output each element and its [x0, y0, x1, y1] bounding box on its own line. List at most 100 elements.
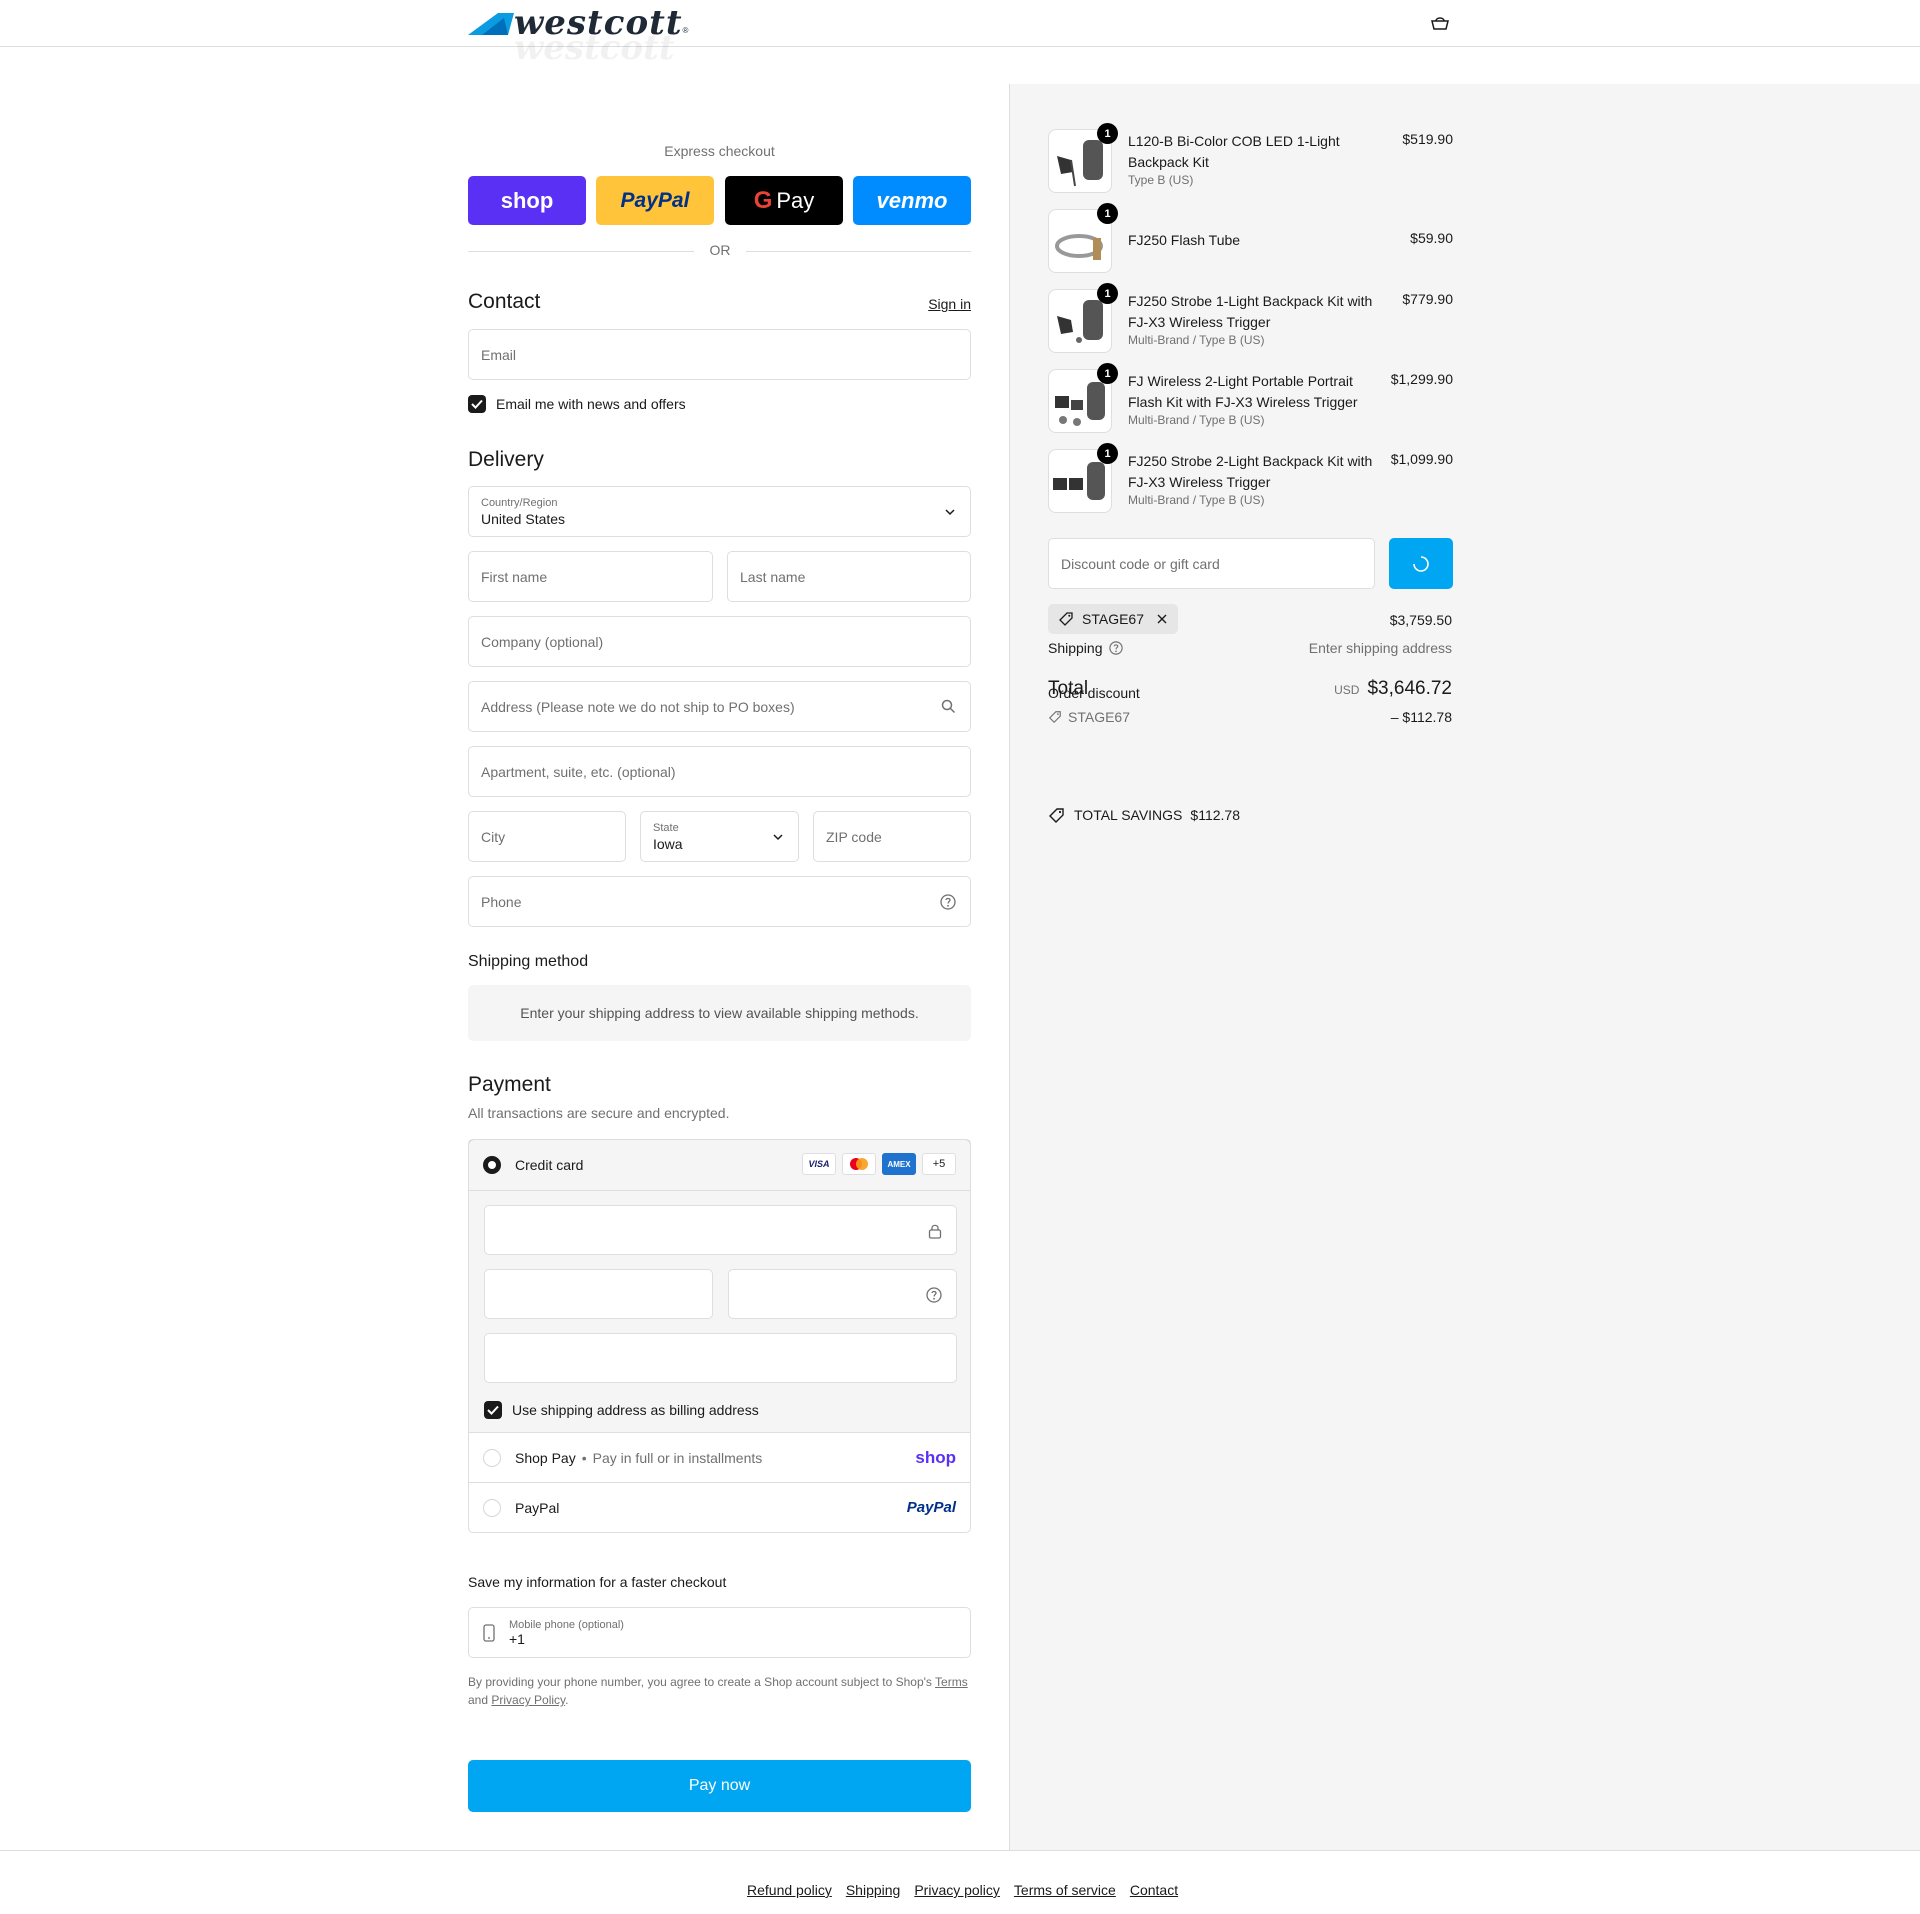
mobile-phone-value: +1 [509, 1630, 525, 1647]
apartment-placeholder: Apartment, suite, etc. (optional) [481, 763, 676, 780]
paypal-option[interactable]: PayPal PayPal [469, 1482, 970, 1532]
search-icon [941, 699, 956, 714]
security-code-field[interactable] [728, 1269, 957, 1319]
total-amount: USD $3,646.72 [1334, 678, 1452, 700]
shop-pay-option[interactable]: Shop Pay • Pay in full or in installment… [469, 1432, 970, 1482]
item-price: $519.90 [1402, 131, 1453, 147]
paypal-label: PayPal [620, 188, 690, 212]
address-field[interactable]: Address (Please note we do not ship to P… [468, 681, 971, 732]
quantity-badge: 1 [1097, 203, 1118, 224]
footer-links: Refund policy Shipping Privacy policy Te… [747, 1882, 1178, 1898]
credit-card-radio[interactable] [483, 1156, 501, 1174]
pay-now-button[interactable]: Pay now [468, 1760, 971, 1812]
item-price: $59.90 [1410, 230, 1453, 246]
discount-code-field[interactable]: Discount code or gift card [1048, 538, 1375, 589]
venmo-express-button[interactable]: venmo [853, 176, 971, 225]
state-label: State [653, 821, 679, 834]
venmo-label: venmo [876, 187, 948, 213]
help-icon[interactable] [1108, 641, 1123, 655]
terms-of-service-link[interactable]: Terms of service [1014, 1882, 1116, 1898]
contact-link[interactable]: Contact [1130, 1882, 1178, 1898]
address-placeholder: Address (Please note we do not ship to P… [481, 698, 795, 715]
shipping-method-heading: Shipping method [468, 953, 589, 970]
phone-field[interactable]: Phone [468, 876, 971, 927]
item-name: FJ250 Strobe 1-Light Backpack Kit with F… [1128, 293, 1373, 330]
tag-icon [1048, 711, 1061, 724]
shipping-notice-text: Enter your shipping address to view avai… [520, 1005, 919, 1021]
shop-pay-radio[interactable] [483, 1448, 501, 1467]
shipping-method-notice: Enter your shipping address to view avai… [468, 985, 971, 1041]
discount-placeholder: Discount code or gift card [1061, 555, 1220, 572]
paypal-option-label: PayPal [515, 1499, 560, 1516]
item-price: $1,099.90 [1390, 451, 1453, 467]
help-icon[interactable] [926, 1287, 942, 1303]
billing-checkbox-row[interactable]: Use shipping address as billing address [484, 1401, 759, 1419]
state-select[interactable]: State Iowa [640, 811, 799, 862]
pay-now-label: Pay now [688, 1777, 751, 1794]
quantity-badge: 1 [1097, 443, 1118, 464]
cart-item: 1 FJ250 Flash Tube $59.90 [1048, 203, 1453, 273]
total-savings-label: TOTAL SAVINGS [1074, 807, 1183, 823]
billing-checkbox[interactable] [484, 1401, 502, 1419]
mastercard-icon [842, 1153, 876, 1175]
google-pay-label: Pay [776, 187, 815, 213]
zip-field[interactable]: ZIP code [813, 811, 971, 862]
payment-methods: Credit card VISA AMEX +5 Use shipping ad… [468, 1139, 971, 1533]
help-icon[interactable] [940, 894, 956, 910]
city-field[interactable]: City [468, 811, 626, 862]
phone-placeholder: Phone [481, 893, 522, 910]
shop-legal-text: By providing your phone number, you agre… [468, 1673, 971, 1709]
refund-policy-link[interactable]: Refund policy [747, 1882, 832, 1898]
spinner-icon [1413, 555, 1429, 572]
apply-discount-button[interactable] [1389, 538, 1453, 589]
newsletter-label: Email me with news and offers [496, 396, 686, 412]
item-variant: Multi-Brand / Type B (US) [1128, 413, 1265, 427]
state-value: Iowa [653, 835, 683, 852]
subtotal-value: $3,759.50 [1389, 612, 1452, 628]
tag-icon [1049, 808, 1064, 823]
name-on-card-field[interactable] [484, 1333, 957, 1383]
visa-icon: VISA [802, 1153, 836, 1175]
close-icon[interactable] [1156, 613, 1168, 625]
shipping-policy-link[interactable]: Shipping [846, 1882, 901, 1898]
paypal-radio[interactable] [483, 1498, 501, 1517]
email-placeholder: Email [481, 346, 517, 363]
google-g-icon: G [753, 186, 773, 214]
visa-text: VISA [808, 1159, 830, 1169]
total-value: $3,646.72 [1367, 678, 1452, 699]
lock-icon [928, 1224, 942, 1239]
email-field[interactable]: Email [468, 329, 971, 380]
expiry-field[interactable] [484, 1269, 713, 1319]
discount-code-text: STAGE67 [1068, 709, 1130, 725]
discount-code-row: STAGE67 [1048, 709, 1130, 725]
newsletter-checkbox-row[interactable]: Email me with news and offers [468, 395, 686, 413]
first-name-field[interactable]: First name [468, 551, 713, 602]
country-label: Country/Region [481, 496, 558, 509]
applied-code-text: STAGE67 [1082, 611, 1144, 627]
apartment-field[interactable]: Apartment, suite, etc. (optional) [468, 746, 971, 797]
cart-icon[interactable] [1430, 15, 1450, 31]
paypal-express-button[interactable]: PayPal [596, 176, 714, 225]
mobile-phone-label: Mobile phone (optional) [509, 1618, 624, 1631]
item-price: $779.90 [1402, 291, 1453, 307]
quantity-badge: 1 [1097, 283, 1118, 304]
terms-link[interactable]: Terms [935, 1675, 968, 1689]
shop-pay-express-button[interactable]: shop [468, 176, 586, 225]
google-pay-express-button[interactable]: G Pay [725, 176, 843, 225]
item-variant: Multi-Brand / Type B (US) [1128, 493, 1265, 507]
country-select[interactable]: Country/Region United States [468, 486, 971, 537]
credit-card-option[interactable]: Credit card VISA AMEX +5 [469, 1140, 970, 1191]
privacy-policy-link[interactable]: Privacy Policy [491, 1693, 565, 1707]
city-placeholder: City [481, 828, 506, 845]
sign-in-link[interactable]: Sign in [928, 296, 971, 312]
card-number-field[interactable] [484, 1205, 957, 1255]
company-field[interactable]: Company (optional) [468, 616, 971, 667]
amex-icon: AMEX [882, 1153, 916, 1175]
newsletter-checkbox[interactable] [468, 395, 486, 413]
item-name: FJ Wireless 2-Light Portable Portrait Fl… [1128, 373, 1358, 410]
last-name-field[interactable]: Last name [727, 551, 971, 602]
more-cards-text: +5 [932, 1158, 946, 1170]
mobile-phone-field[interactable]: Mobile phone (optional) +1 [468, 1607, 971, 1658]
privacy-policy-link[interactable]: Privacy policy [914, 1882, 1000, 1898]
company-placeholder: Company (optional) [481, 633, 604, 650]
